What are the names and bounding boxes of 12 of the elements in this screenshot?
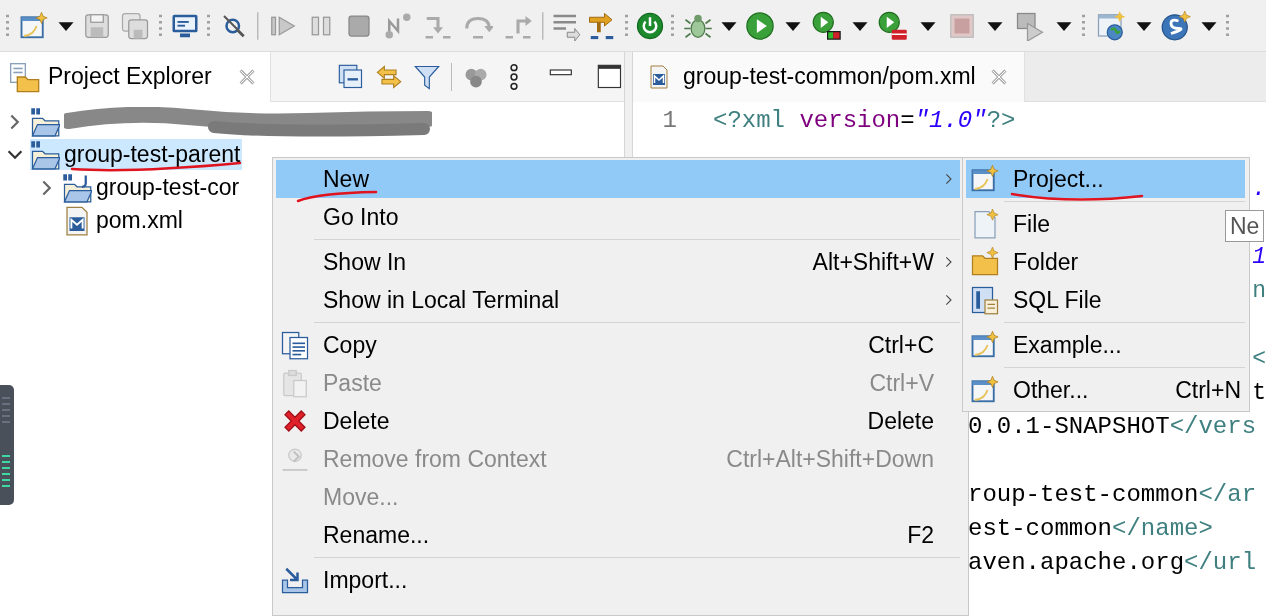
code-line: <?xml version="1.0"?>: [712, 106, 1016, 136]
tooltip: Ne: [1225, 210, 1265, 242]
code-line: t: [1252, 378, 1266, 408]
code-line: .: [1252, 174, 1266, 204]
code-line: aven.apache.org</url: [968, 548, 1257, 578]
line-number: 1: [662, 106, 677, 136]
code-line: <: [1252, 344, 1266, 374]
code-line: 1: [1252, 242, 1266, 272]
code-line: n: [1252, 276, 1266, 306]
code-line: roup-test-common</ar: [968, 480, 1257, 510]
code-line: est-common</name>: [968, 514, 1213, 544]
code-line: 0.0.1-SNAPSHOT</vers: [968, 412, 1257, 442]
